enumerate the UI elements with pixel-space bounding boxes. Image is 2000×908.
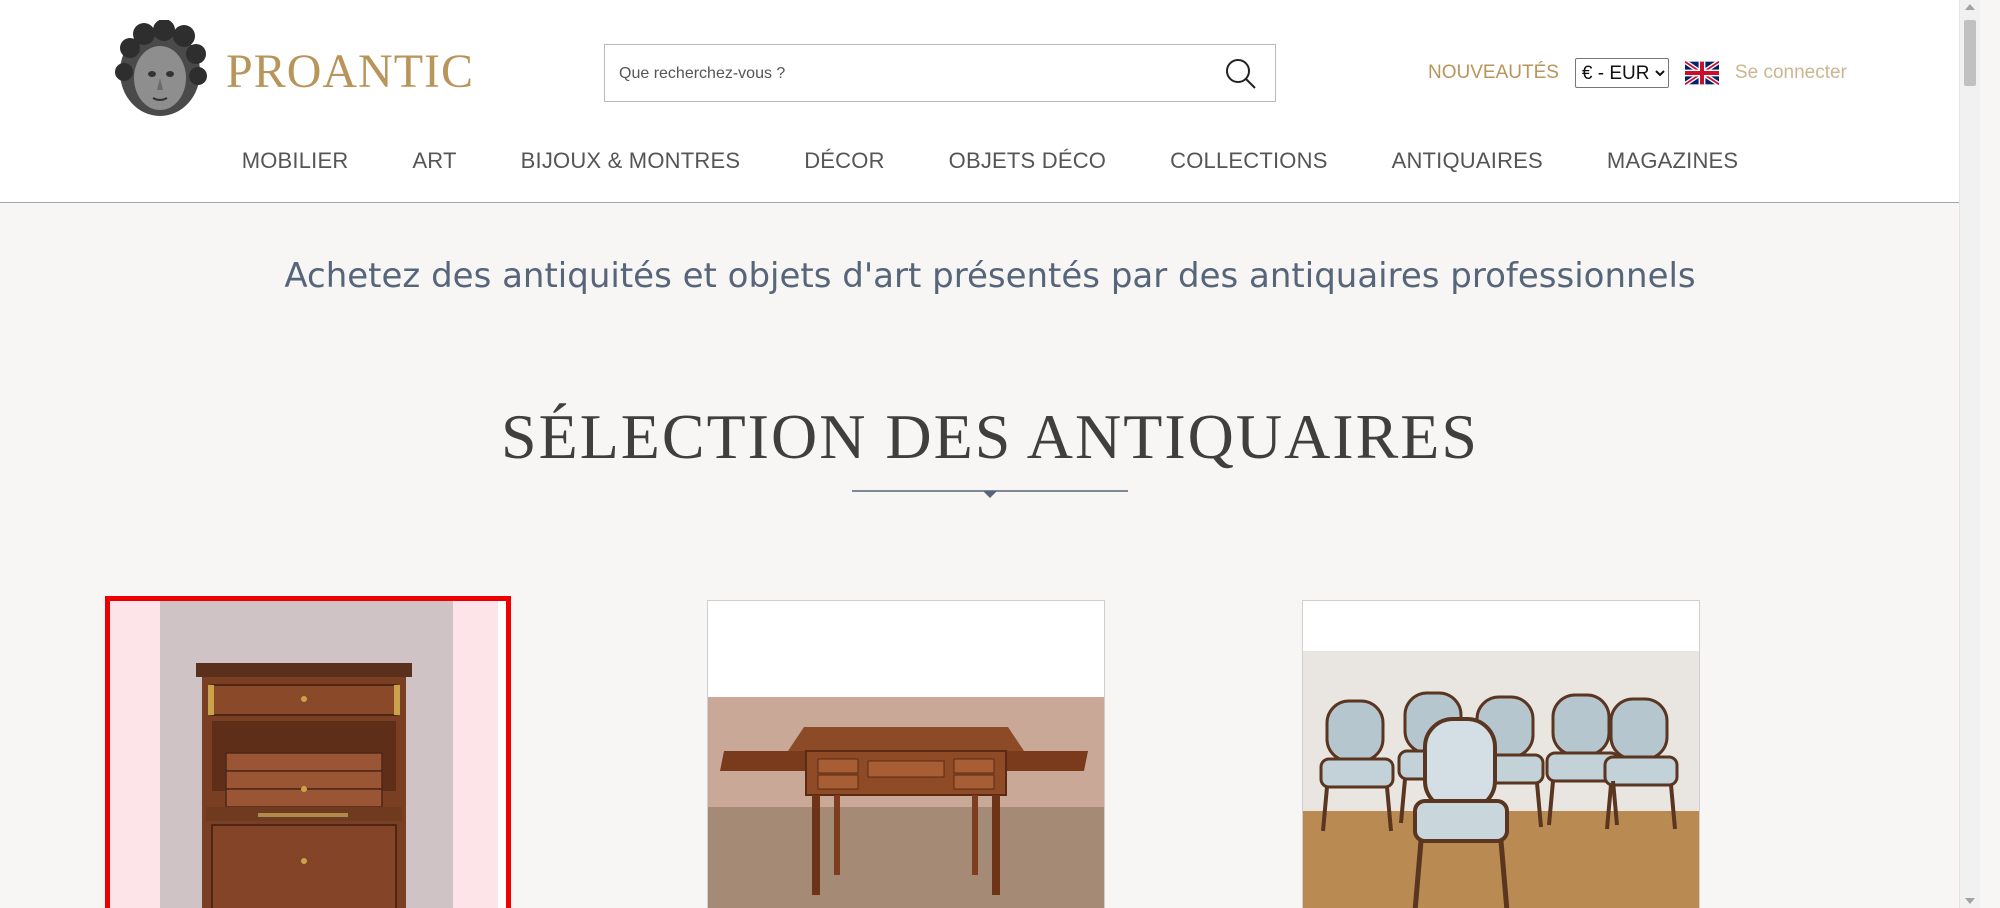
product-card-secretaire[interactable] xyxy=(105,596,511,908)
secretaire-image xyxy=(110,601,498,908)
tagline: Achetez des antiquités et objets d'art p… xyxy=(284,256,1696,296)
scrollbar-thumb[interactable] xyxy=(1964,20,1976,86)
page: PROANTIC NOUVEAUTÉS € - EUR Se connecter xyxy=(0,0,1980,908)
main-nav: MOBILIER ART BIJOUX & MONTRES DÉCOR OBJE… xyxy=(0,148,1980,174)
logo[interactable]: PROANTIC xyxy=(110,20,474,122)
nav-item-art[interactable]: ART xyxy=(412,148,456,174)
nav-item-bijoux-montres[interactable]: BIJOUX & MONTRES xyxy=(521,148,741,174)
search-input[interactable] xyxy=(617,45,1211,103)
desk-image xyxy=(708,601,1104,908)
nav-item-antiquaires[interactable]: ANTIQUAIRES xyxy=(1392,148,1543,174)
section-divider xyxy=(852,490,1128,498)
uk-flag-icon[interactable] xyxy=(1684,61,1719,85)
search-box xyxy=(604,44,1276,103)
chairs-image xyxy=(1303,601,1699,908)
nav-item-objets-deco[interactable]: OBJETS DÉCO xyxy=(949,148,1106,174)
nav-item-decor[interactable]: DÉCOR xyxy=(804,148,884,174)
site-header: PROANTIC NOUVEAUTÉS € - EUR Se connecter xyxy=(0,0,1980,203)
search-icon[interactable] xyxy=(1221,55,1261,93)
logo-text: PROANTIC xyxy=(226,44,475,98)
scroll-up-arrow-icon[interactable] xyxy=(1965,4,1975,10)
logo-head-icon xyxy=(115,20,207,116)
login-link[interactable]: Se connecter xyxy=(1735,62,1847,84)
currency-select[interactable]: € - EUR xyxy=(1574,58,1669,88)
product-card-chairs[interactable] xyxy=(1302,600,1700,908)
new-arrivals-link[interactable]: NOUVEAUTÉS xyxy=(1428,62,1559,84)
nav-item-collections[interactable]: COLLECTIONS xyxy=(1170,148,1327,174)
product-card-desk[interactable] xyxy=(707,600,1105,908)
scroll-down-arrow-icon[interactable] xyxy=(1965,898,1975,904)
section-title: SÉLECTION DES ANTIQUAIRES xyxy=(501,401,1479,472)
page-scrollbar[interactable] xyxy=(1959,0,1980,908)
nav-item-mobilier[interactable]: MOBILIER xyxy=(242,148,349,174)
header-actions: NOUVEAUTÉS € - EUR Se connecter xyxy=(1428,56,1847,90)
nav-item-magazines[interactable]: MAGAZINES xyxy=(1607,148,1738,174)
